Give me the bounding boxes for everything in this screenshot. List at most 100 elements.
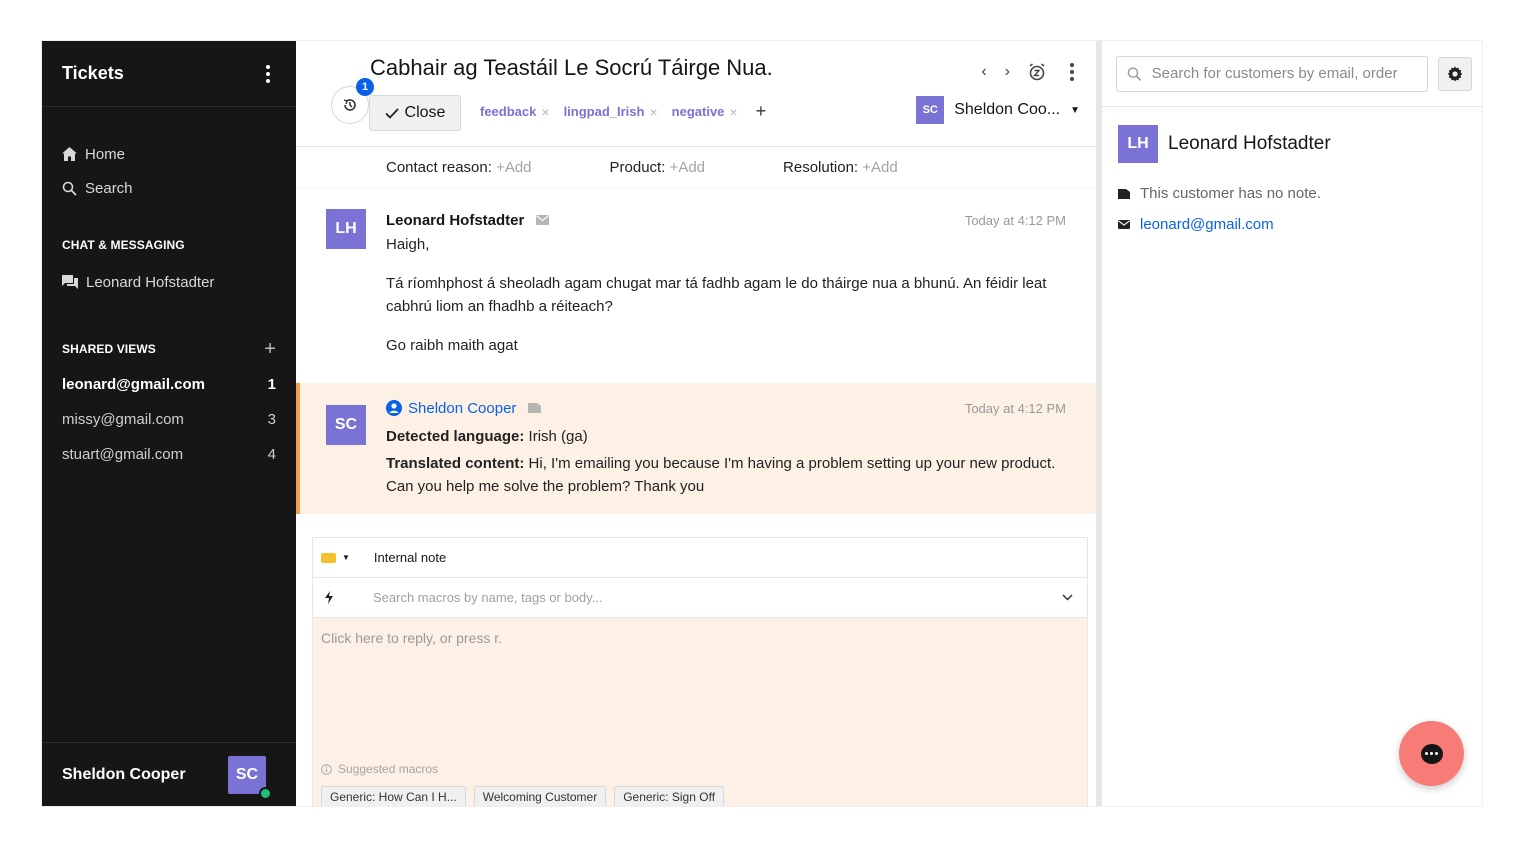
view-label: leonard@gmail.com <box>62 376 205 393</box>
field-add[interactable]: +Add <box>496 159 531 176</box>
next-ticket-icon[interactable]: › <box>1005 63 1010 81</box>
internal-note-icon <box>321 552 336 563</box>
field-label: Contact reason: <box>386 158 492 176</box>
add-tag-button[interactable]: + <box>756 101 767 122</box>
sidebar-nav: Home Search <box>42 107 296 205</box>
email-icon <box>1118 220 1130 229</box>
reply-type-selector[interactable]: ▼ Internal note <box>313 538 1087 578</box>
remove-tag-icon[interactable]: × <box>541 104 549 120</box>
customer-email-link[interactable]: leonard@gmail.com <box>1118 216 1466 233</box>
contact-reason-field[interactable]: Contact reason: +Add <box>386 159 532 176</box>
customer-panel: LH Leonard Hofstadter This customer has … <box>1102 41 1482 806</box>
sidebar-item-conversation[interactable]: Leonard Hofstadter <box>62 269 276 295</box>
assignee-dropdown[interactable]: SC Sheldon Coo... ▼ <box>916 96 1080 124</box>
tag-lingpad-irish[interactable]: lingpad_Irish × <box>564 104 658 120</box>
customer-search-bar <box>1102 41 1482 107</box>
ticket-tags: feedback × lingpad_Irish × negative × + <box>480 101 766 122</box>
ticket-menu-icon[interactable] <box>1064 63 1080 81</box>
current-user-avatar[interactable]: SC <box>228 755 272 800</box>
field-label: Product: <box>609 158 666 176</box>
ticket-title[interactable]: Cabhair ag Teastáil Le Socrú Táirge Nua. <box>370 55 773 81</box>
avatar-initials: SC <box>235 765 259 783</box>
field-add[interactable]: +Add <box>862 159 897 176</box>
user-circle-icon <box>386 400 402 416</box>
sidebar-menu-icon[interactable] <box>260 64 276 83</box>
remove-tag-icon[interactable]: × <box>649 104 657 120</box>
sidebar-item-home[interactable]: Home <box>62 137 276 171</box>
sidebar-item-search[interactable]: Search <box>62 171 276 205</box>
note-icon <box>1118 188 1130 199</box>
customer-search[interactable] <box>1116 55 1428 92</box>
detected-language-value: Irish (ga) <box>528 428 588 445</box>
chat-section-title: CHAT & MESSAGING <box>62 235 276 255</box>
macro-chip[interactable]: Generic: How Can I H... <box>321 786 466 806</box>
tag-label: feedback <box>480 104 537 119</box>
macro-chips: Generic: How Can I H... Welcoming Custom… <box>321 786 725 806</box>
lightning-icon <box>325 591 333 604</box>
check-icon <box>384 107 399 119</box>
caret-down-icon: ▼ <box>342 553 350 562</box>
macro-chip[interactable]: Generic: Sign Off <box>614 786 725 806</box>
previous-ticket-icon[interactable]: ‹ <box>981 63 986 81</box>
chat-widget-button[interactable] <box>1399 721 1464 786</box>
tag-negative[interactable]: negative × <box>672 104 738 120</box>
translated-content-label: Translated content: <box>386 455 525 472</box>
chevron-down-icon[interactable] <box>1062 594 1073 601</box>
reply-type-dropdown[interactable]: ▼ <box>321 552 350 563</box>
tag-feedback[interactable]: feedback × <box>480 104 550 120</box>
sidebar-item-label: Home <box>85 145 126 163</box>
customer-avatar: LH <box>1118 125 1158 163</box>
search-icon <box>1127 66 1142 81</box>
author-link[interactable]: Sheldon Cooper <box>386 400 516 417</box>
sidebar-title: Tickets <box>62 63 124 83</box>
customer-note-text: This customer has no note. <box>1140 185 1321 202</box>
ticket-fields: Contact reason: +Add Product: +Add Resol… <box>296 147 1096 187</box>
view-item[interactable]: leonard@gmail.com 1 <box>62 367 276 402</box>
macro-search[interactable]: Search macros by name, tags or body... <box>313 578 1087 618</box>
customer-note[interactable]: This customer has no note. <box>1118 185 1466 202</box>
message-greeting: Haigh, <box>386 236 430 253</box>
reply-text-area[interactable]: Click here to reply, or press r. Suggest… <box>313 618 1087 806</box>
translated-content: Translated content: Hi, I'm emailing you… <box>386 452 1066 498</box>
view-count: 4 <box>267 446 276 463</box>
gear-icon <box>1447 66 1463 81</box>
customer-name[interactable]: Leonard Hofstadter <box>1168 133 1331 155</box>
conversation-label: Leonard Hofstadter <box>86 273 215 291</box>
shared-views-label: SHARED VIEWS <box>62 342 156 356</box>
message-body: Detected language: Irish (ga) Translated… <box>386 425 1066 498</box>
message-time: Today at 4:12 PM <box>964 212 1066 228</box>
ticket-actions: ‹ › <box>981 63 1080 81</box>
resolution-field[interactable]: Resolution: +Add <box>783 159 898 176</box>
customer-details: LH Leonard Hofstadter This customer has … <box>1102 107 1482 251</box>
shared-views-section: SHARED VIEWS + leonard@gmail.com 1 missy… <box>42 338 296 472</box>
close-ticket-button[interactable]: Close <box>369 95 461 131</box>
message-header: Sheldon Cooper Today at 4:12 PM <box>386 395 1066 421</box>
chat-bubble-icon <box>1420 743 1443 764</box>
translation-message: SC Sheldon Cooper Today at 4:12 PM Detec… <box>296 383 1096 514</box>
product-field[interactable]: Product: +Add <box>610 159 706 176</box>
view-label: stuart@gmail.com <box>62 446 184 463</box>
macro-chip[interactable]: Welcoming Customer <box>473 786 607 806</box>
field-add[interactable]: +Add <box>670 159 705 176</box>
remove-tag-icon[interactable]: × <box>729 104 737 120</box>
helpdesk-app: Tickets Home Search CHAT & MESSAGING Leo… <box>42 41 1482 806</box>
view-item[interactable]: missy@gmail.com 3 <box>62 402 276 437</box>
settings-button[interactable] <box>1438 56 1472 91</box>
snooze-icon[interactable] <box>1028 63 1046 81</box>
field-label: Resolution: <box>783 158 859 176</box>
add-view-icon[interactable]: + <box>264 338 276 361</box>
history-button[interactable]: 1 <box>331 78 374 124</box>
view-item[interactable]: stuart@gmail.com 4 <box>62 437 276 472</box>
note-icon <box>528 403 542 413</box>
view-label: missy@gmail.com <box>62 411 184 428</box>
customer-search-input[interactable] <box>1151 65 1417 82</box>
reply-editor: ▼ Internal note Search macros by name, t… <box>312 537 1088 806</box>
view-count: 1 <box>267 376 276 393</box>
ticket-panel: Cabhair ag Teastáil Le Socrú Táirge Nua.… <box>296 41 1102 806</box>
tag-label: lingpad_Irish <box>563 104 645 119</box>
suggested-label-text: Suggested macros <box>338 762 439 776</box>
macro-search-input[interactable]: Search macros by name, tags or body... <box>373 590 1062 605</box>
message-body: Haigh, Tá ríomhphost á sheoladh agam chu… <box>386 233 1066 357</box>
message-header: Leonard Hofstadter Today at 4:12 PM <box>386 207 1066 233</box>
chat-icon <box>62 274 78 289</box>
